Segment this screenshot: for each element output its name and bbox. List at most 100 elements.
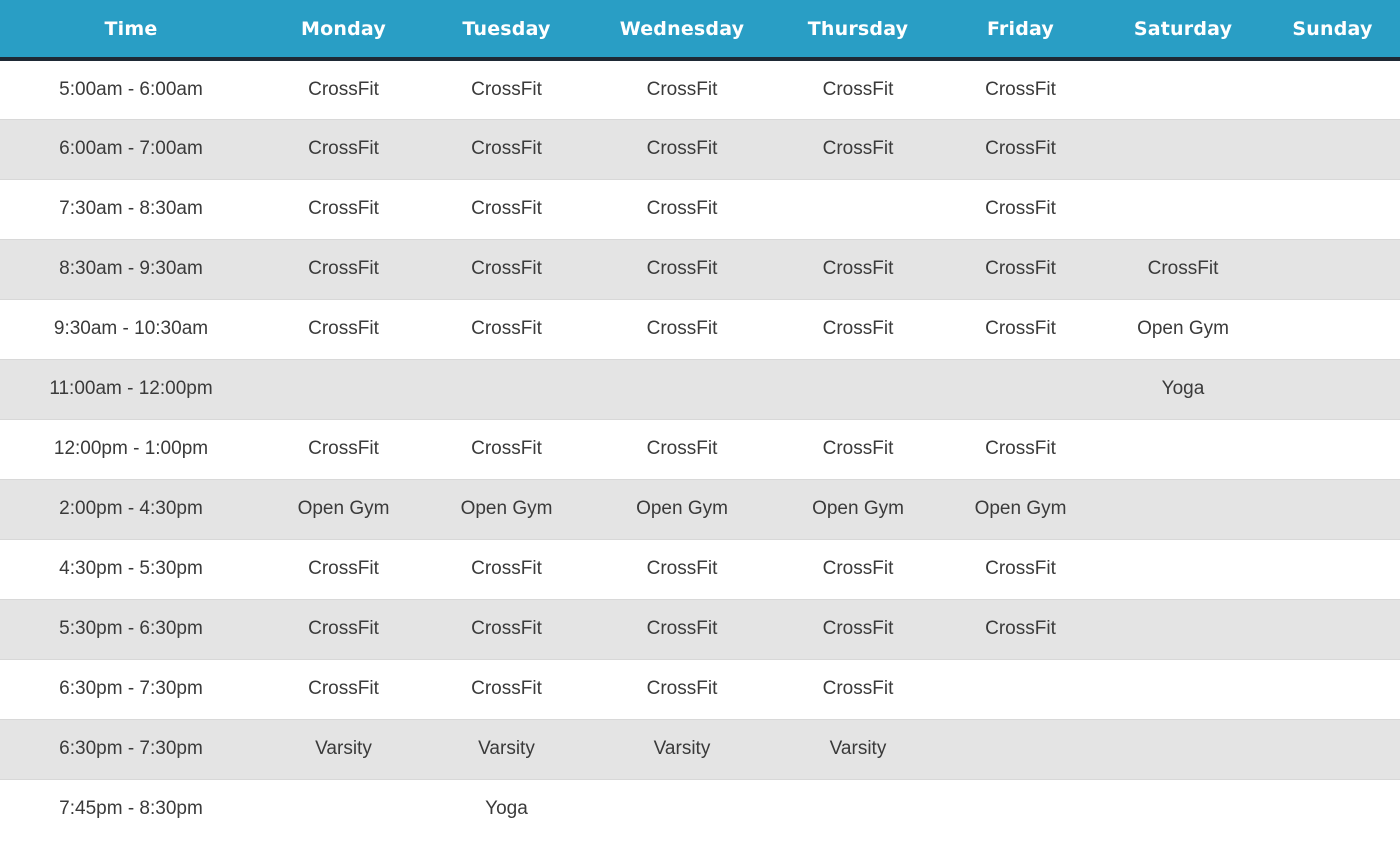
class-cell-saturday: [1101, 479, 1265, 540]
column-header-time: Time: [0, 0, 262, 61]
time-slot-cell: 12:00pm - 1:00pm: [0, 419, 262, 480]
class-cell-wednesday: [588, 359, 776, 420]
class-cell-friday: Open Gym: [940, 479, 1101, 540]
class-cell-monday: CrossFit: [262, 659, 425, 720]
class-cell-thursday: CrossFit: [776, 59, 940, 120]
class-cell-saturday: [1101, 179, 1265, 240]
class-cell-friday: CrossFit: [940, 419, 1101, 480]
class-cell-thursday: CrossFit: [776, 299, 940, 360]
class-cell-wednesday: CrossFit: [588, 59, 776, 120]
class-cell-tuesday: [425, 359, 588, 420]
class-cell-friday: [940, 719, 1101, 780]
class-cell-friday: [940, 779, 1101, 839]
class-cell-wednesday: CrossFit: [588, 299, 776, 360]
table-row: 4:30pm - 5:30pm CrossFit CrossFit CrossFit C…: [0, 539, 1400, 600]
class-cell-friday: CrossFit: [940, 59, 1101, 120]
class-cell-sunday: [1265, 359, 1400, 420]
column-header-tuesday: Tuesday: [425, 0, 588, 61]
class-cell-thursday: CrossFit: [776, 539, 940, 600]
table-row: 6:30pm - 7:30pm CrossFit CrossFit CrossFit C…: [0, 659, 1400, 720]
table-row: 7:45pm - 8:30pm Yoga: [0, 779, 1400, 839]
time-slot-cell: 6:30pm - 7:30pm: [0, 659, 262, 720]
class-cell-saturday: [1101, 119, 1265, 180]
class-cell-monday: Open Gym: [262, 479, 425, 540]
class-cell-monday: [262, 779, 425, 839]
class-cell-saturday: Yoga: [1101, 359, 1265, 420]
class-cell-monday: CrossFit: [262, 539, 425, 600]
class-cell-thursday: [776, 359, 940, 420]
class-cell-wednesday: CrossFit: [588, 539, 776, 600]
class-cell-monday: CrossFit: [262, 419, 425, 480]
time-slot-cell: 6:00am - 7:00am: [0, 119, 262, 180]
class-cell-sunday: [1265, 299, 1400, 360]
class-cell-friday: [940, 659, 1101, 720]
class-cell-saturday: [1101, 539, 1265, 600]
class-cell-tuesday: CrossFit: [425, 179, 588, 240]
class-cell-saturday: [1101, 719, 1265, 780]
class-cell-wednesday: CrossFit: [588, 119, 776, 180]
class-cell-friday: CrossFit: [940, 119, 1101, 180]
class-cell-wednesday: CrossFit: [588, 239, 776, 300]
class-cell-monday: CrossFit: [262, 599, 425, 660]
class-cell-monday: CrossFit: [262, 179, 425, 240]
class-cell-monday: CrossFit: [262, 299, 425, 360]
class-cell-thursday: CrossFit: [776, 119, 940, 180]
time-slot-cell: 8:30am - 9:30am: [0, 239, 262, 300]
class-cell-tuesday: Varsity: [425, 719, 588, 780]
table-row: 5:00am - 6:00am CrossFit CrossFit CrossFit C…: [0, 59, 1400, 120]
time-slot-cell: 5:00am - 6:00am: [0, 59, 262, 120]
class-cell-saturday: [1101, 59, 1265, 120]
class-cell-wednesday: Varsity: [588, 719, 776, 780]
table-row: 7:30am - 8:30am CrossFit CrossFit CrossFit C…: [0, 179, 1400, 240]
schedule-body: 5:00am - 6:00am CrossFit CrossFit CrossFit C…: [0, 59, 1400, 839]
column-header-wednesday: Wednesday: [588, 0, 776, 61]
class-cell-saturday: Open Gym: [1101, 299, 1265, 360]
class-cell-wednesday: CrossFit: [588, 419, 776, 480]
class-cell-tuesday: CrossFit: [425, 239, 588, 300]
column-header-thursday: Thursday: [776, 0, 940, 61]
table-row: 9:30am - 10:30am CrossFit CrossFit CrossFit…: [0, 299, 1400, 360]
column-header-saturday: Saturday: [1101, 0, 1265, 61]
table-row: 11:00am - 12:00pm Yoga: [0, 359, 1400, 420]
class-cell-saturday: [1101, 659, 1265, 720]
class-cell-monday: CrossFit: [262, 59, 425, 120]
class-cell-thursday: Open Gym: [776, 479, 940, 540]
class-cell-tuesday: CrossFit: [425, 59, 588, 120]
class-cell-sunday: [1265, 179, 1400, 240]
header-row: Time Monday Tuesday Wednesday Thursday Friday…: [0, 0, 1400, 61]
class-cell-wednesday: CrossFit: [588, 179, 776, 240]
class-cell-sunday: [1265, 59, 1400, 120]
class-cell-wednesday: [588, 779, 776, 839]
class-schedule-table: Time Monday Tuesday Wednesday Thursday Friday…: [0, 0, 1400, 839]
class-cell-sunday: [1265, 239, 1400, 300]
class-cell-thursday: Varsity: [776, 719, 940, 780]
class-cell-friday: CrossFit: [940, 599, 1101, 660]
time-slot-cell: 2:00pm - 4:30pm: [0, 479, 262, 540]
class-cell-tuesday: CrossFit: [425, 299, 588, 360]
time-slot-cell: 11:00am - 12:00pm: [0, 359, 262, 420]
class-cell-thursday: [776, 779, 940, 839]
class-cell-wednesday: Open Gym: [588, 479, 776, 540]
class-cell-tuesday: CrossFit: [425, 119, 588, 180]
table-row: 8:30am - 9:30am CrossFit CrossFit CrossFit C…: [0, 239, 1400, 300]
table-row: 5:30pm - 6:30pm CrossFit CrossFit CrossFit C…: [0, 599, 1400, 660]
class-cell-friday: CrossFit: [940, 539, 1101, 600]
time-slot-cell: 9:30am - 10:30am: [0, 299, 262, 360]
time-slot-cell: 7:30am - 8:30am: [0, 179, 262, 240]
schedule-header: Time Monday Tuesday Wednesday Thursday Friday…: [0, 0, 1400, 61]
class-cell-thursday: CrossFit: [776, 599, 940, 660]
class-cell-monday: CrossFit: [262, 119, 425, 180]
class-cell-thursday: CrossFit: [776, 239, 940, 300]
table-row: 6:30pm - 7:30pm Varsity Varsity Varsity Vars…: [0, 719, 1400, 780]
table-row: 6:00am - 7:00am CrossFit CrossFit CrossFit C…: [0, 119, 1400, 180]
time-slot-cell: 6:30pm - 7:30pm: [0, 719, 262, 780]
class-cell-sunday: [1265, 779, 1400, 839]
class-cell-wednesday: CrossFit: [588, 659, 776, 720]
class-cell-sunday: [1265, 119, 1400, 180]
class-cell-sunday: [1265, 599, 1400, 660]
class-cell-monday: CrossFit: [262, 239, 425, 300]
class-cell-thursday: CrossFit: [776, 419, 940, 480]
class-cell-tuesday: Yoga: [425, 779, 588, 839]
class-cell-thursday: [776, 179, 940, 240]
class-cell-tuesday: CrossFit: [425, 419, 588, 480]
